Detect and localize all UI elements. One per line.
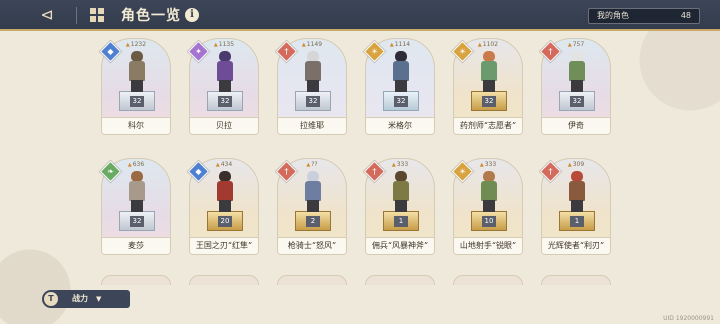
character-sprite: [478, 171, 500, 213]
character-name: 佣兵“风暴神斧”: [366, 237, 434, 254]
sort-button[interactable]: T 战力 ▼: [42, 290, 130, 308]
info-icon[interactable]: i: [185, 8, 199, 22]
character-sprite: [390, 171, 412, 213]
character-name: 山地射手“锐眼”: [454, 237, 522, 254]
level-badge: 20: [218, 216, 232, 227]
bottom-bar: T 战力 ▼ UID 1920000991: [0, 286, 720, 324]
sort-label: 战力: [72, 294, 88, 303]
level-badge: 32: [130, 216, 144, 227]
character-name: 贝拉: [190, 117, 258, 134]
character-sprite: [566, 171, 588, 213]
character-sprite: [302, 51, 324, 93]
level-badge: 32: [130, 96, 144, 107]
character-name: 枪骑士“怒风”: [278, 237, 346, 254]
level-badge: 1: [570, 216, 584, 227]
owned-label: 我的角色: [597, 11, 629, 20]
next-row-card[interactable]: [277, 275, 347, 285]
character-sprite: [478, 51, 500, 93]
next-row-card[interactable]: [453, 275, 523, 285]
character-sprite: [566, 51, 588, 93]
back-arrow-icon[interactable]: ⊲: [36, 5, 58, 25]
uid-text: UID 1920000991: [663, 315, 714, 322]
level-badge: 10: [482, 216, 496, 227]
level-badge: 32: [394, 96, 408, 107]
next-row-card[interactable]: [101, 275, 171, 285]
character-sprite: [214, 171, 236, 213]
character-sprite: [214, 51, 236, 93]
page-title: 角色一览: [121, 8, 181, 24]
level-badge: 32: [570, 96, 584, 107]
character-name: 伊奇: [542, 117, 610, 134]
divider: [76, 7, 77, 24]
character-sprite: [390, 51, 412, 93]
level-badge: 32: [482, 96, 496, 107]
top-bar: ⊲ 角色一览 i 我的角色 48: [0, 0, 720, 31]
sort-icon: T: [44, 292, 58, 306]
next-row-card[interactable]: [189, 275, 259, 285]
character-sprite: [126, 51, 148, 93]
level-badge: 1: [394, 216, 408, 227]
character-name: 王国之刃“红隼”: [190, 237, 258, 254]
next-row-card[interactable]: [541, 275, 611, 285]
character-name: 光辉使者“利刃”: [542, 237, 610, 254]
character-sprite: [126, 171, 148, 213]
level-badge: 32: [306, 96, 320, 107]
sort-order-icon: ▼: [96, 295, 102, 303]
owned-count: 48: [680, 11, 691, 20]
level-badge: 2: [306, 216, 320, 227]
character-sprite: [302, 171, 324, 213]
owned-count-box: 我的角色 48: [588, 8, 700, 24]
character-name: 药剂师“志愿者”: [454, 117, 522, 134]
next-row-card[interactable]: [365, 275, 435, 285]
character-name: 拉维耶: [278, 117, 346, 134]
menu-grid-icon[interactable]: [90, 8, 104, 22]
level-badge: 32: [218, 96, 232, 107]
character-name: 科尔: [102, 117, 170, 134]
character-name: 米格尔: [366, 117, 434, 134]
character-name: 麦莎: [102, 237, 170, 254]
